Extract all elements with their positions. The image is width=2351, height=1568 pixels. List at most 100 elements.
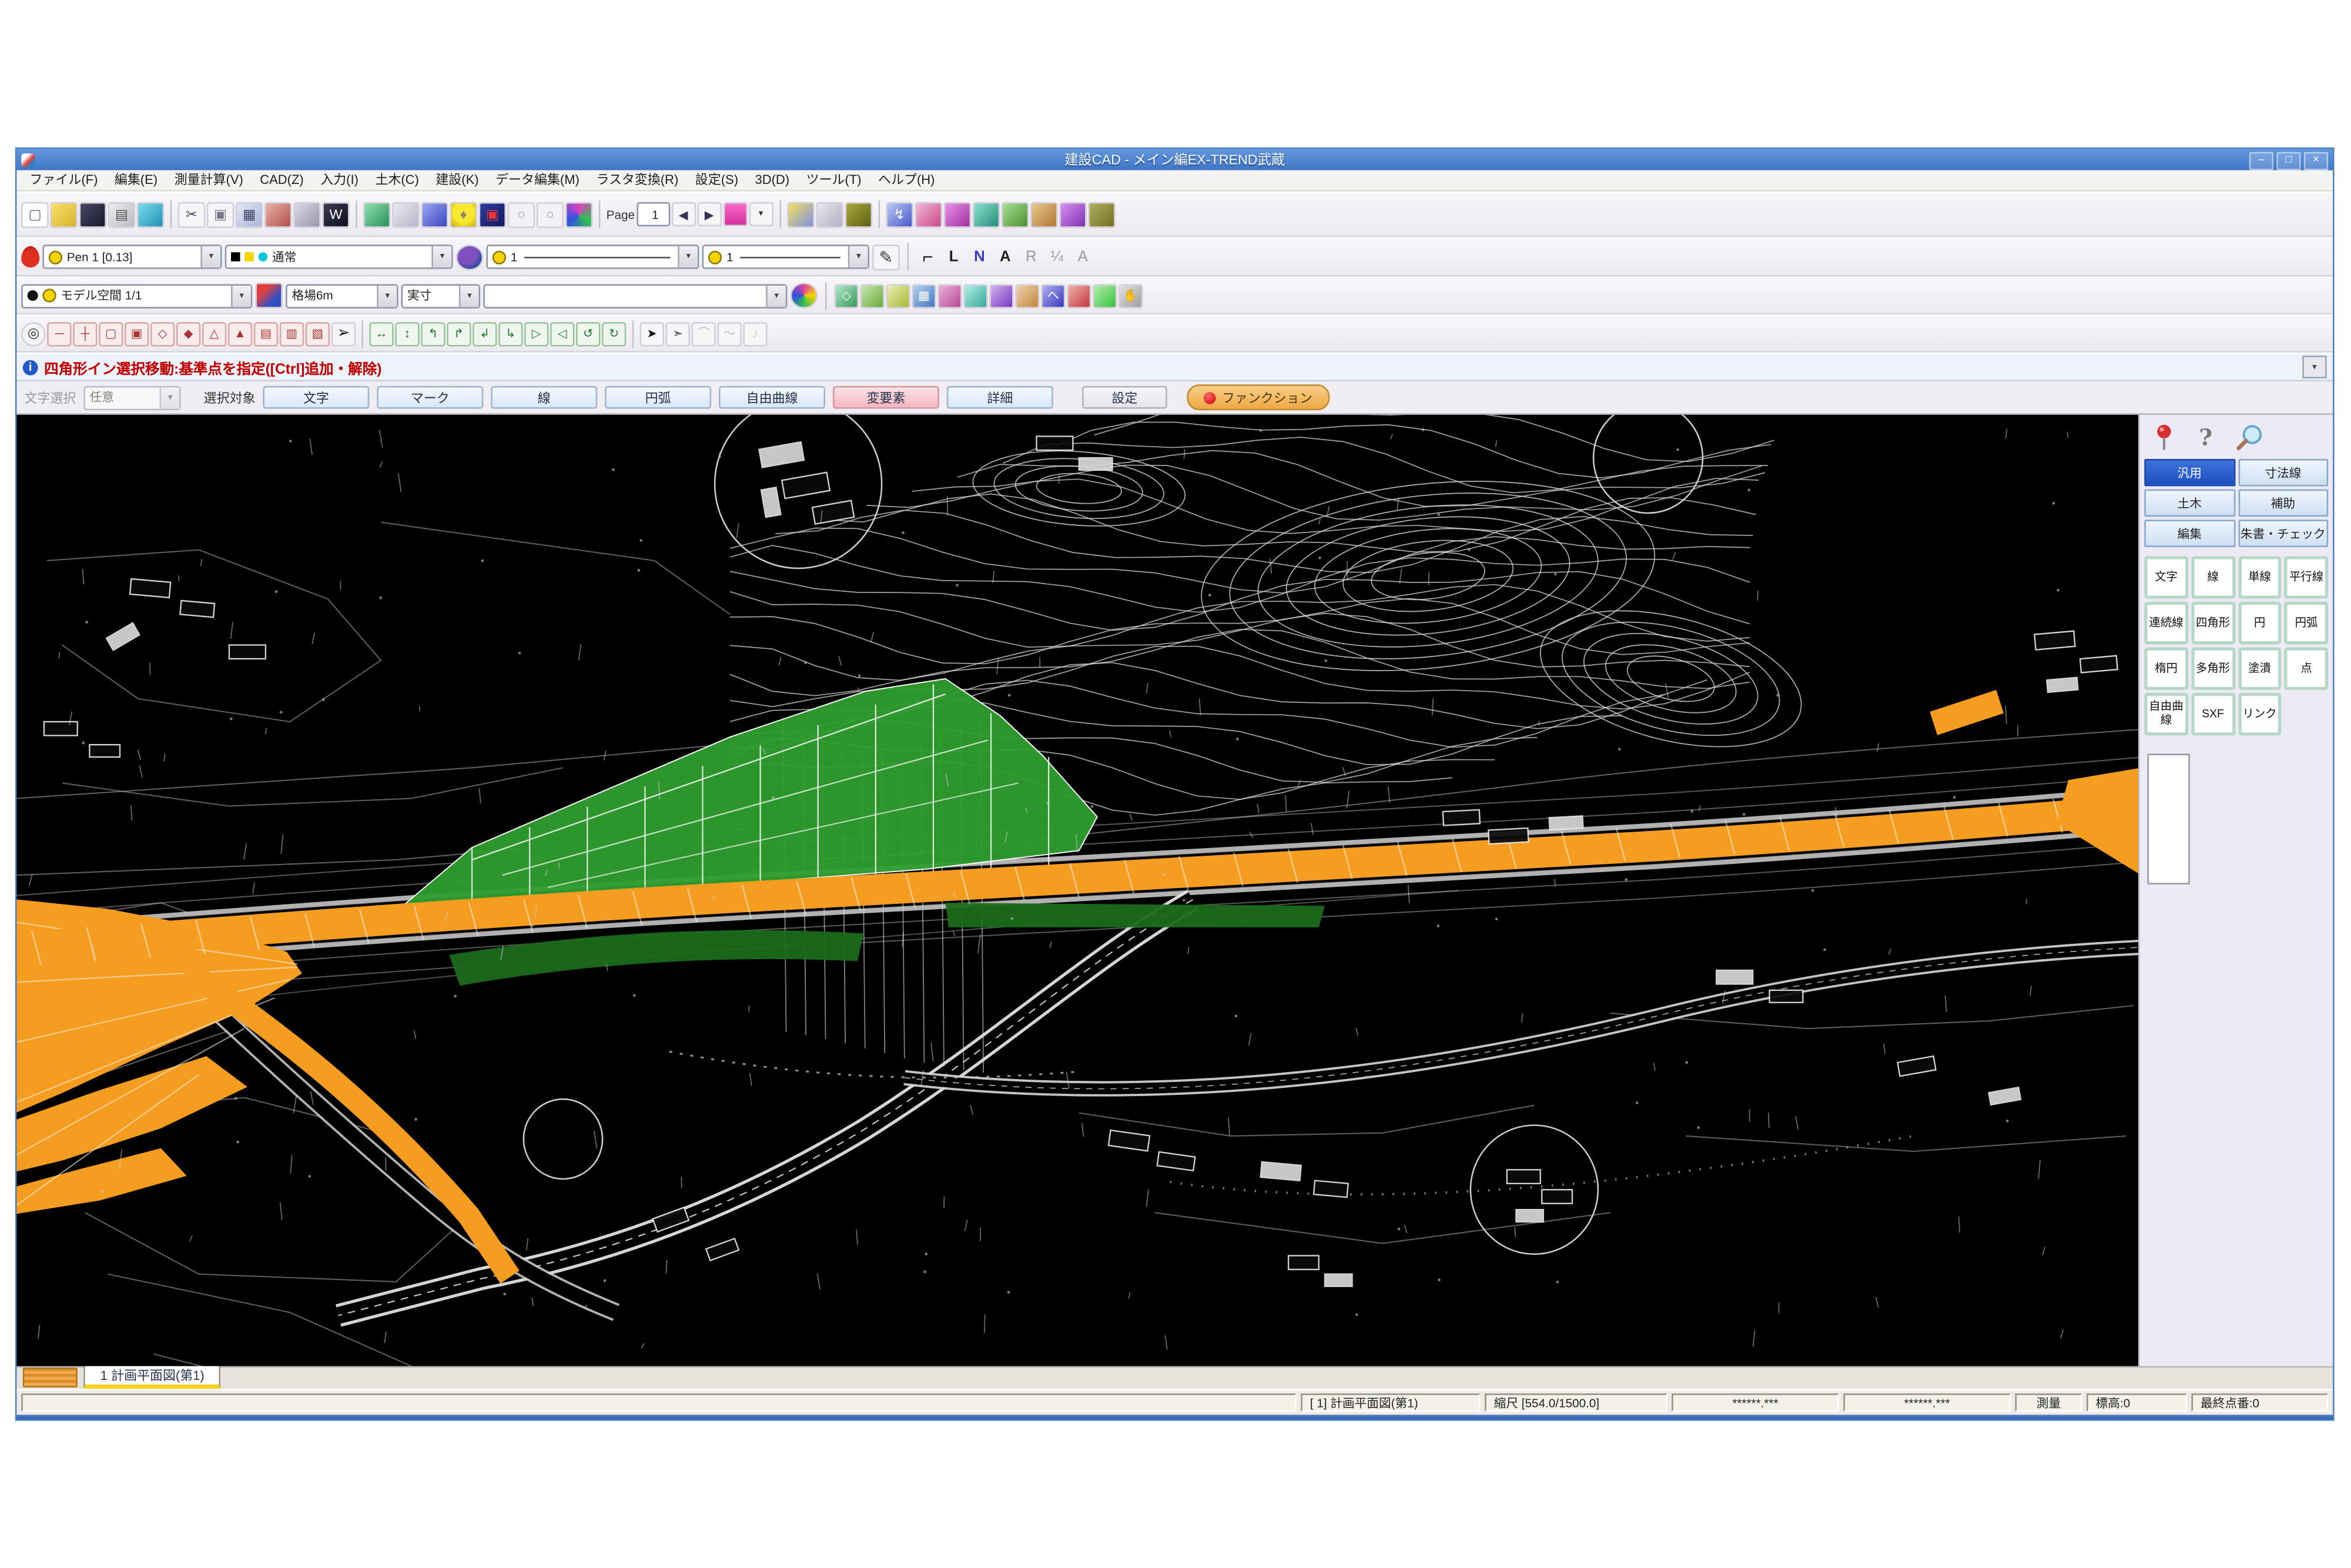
cursor-icon[interactable]: ➢ — [331, 321, 356, 346]
category-civil[interactable]: 土木 — [2144, 490, 2235, 517]
toolbar-icon[interactable]: ▤ — [108, 202, 136, 227]
text-tool-l-icon[interactable]: L — [942, 244, 965, 269]
toolbar-icon[interactable]: ↳ — [498, 321, 523, 346]
toolbar-icon[interactable]: W — [322, 202, 350, 227]
category-dimension[interactable]: 寸法線 — [2238, 459, 2328, 487]
tool-parallel-line[interactable]: 平行線 — [2285, 556, 2328, 598]
toolbar-icon[interactable]: ↔ — [369, 321, 393, 346]
tab-switch-button[interactable] — [23, 1368, 78, 1388]
toolbar-icon[interactable]: ▢ — [21, 202, 49, 227]
model-space-combo[interactable]: モデル空間 1/1▼ — [21, 283, 252, 307]
toolbar-icon[interactable]: ▦ — [236, 202, 263, 227]
toolbar-icon[interactable] — [421, 202, 448, 227]
toolbar-icon[interactable] — [989, 283, 1013, 307]
menu-raster[interactable]: ラスタ変換(R) — [588, 170, 686, 190]
target-text-button[interactable]: 文字 — [263, 386, 369, 409]
menu-cad[interactable]: CAD(Z) — [252, 170, 312, 190]
line-type-combo-2[interactable]: 1 ▼ — [702, 244, 869, 269]
page-prev-button[interactable]: ◀ — [671, 202, 695, 226]
toolbar-icon[interactable] — [886, 283, 910, 307]
category-assist[interactable]: 補助 — [2238, 490, 2328, 517]
text-tool-r-icon[interactable]: R — [1020, 244, 1043, 269]
toolbar-icon[interactable]: ✋ — [1118, 283, 1143, 307]
category-redline-check[interactable]: 朱書・チェック — [2238, 520, 2328, 547]
pushpin-icon[interactable] — [2154, 424, 2178, 451]
menu-file[interactable]: ファイル(F) — [21, 170, 106, 190]
toolbar-icon[interactable] — [845, 202, 872, 227]
toolbar-icon[interactable]: ✂ — [178, 202, 206, 227]
menu-data-edit[interactable]: データ編集(M) — [487, 170, 588, 190]
target-arc-button[interactable]: 円弧 — [605, 386, 711, 409]
toolbar-icon[interactable]: △ — [202, 321, 226, 346]
target-freecurve-button[interactable]: 自由曲線 — [719, 386, 825, 409]
tool-text[interactable]: 文字 — [2144, 556, 2188, 598]
toolbar-icon[interactable]: ↲ — [473, 321, 497, 346]
toolbar-icon[interactable]: ➤ — [640, 321, 664, 346]
toolbar-icon[interactable]: ○ — [508, 202, 535, 227]
toolbar-icon[interactable] — [293, 202, 321, 227]
toolbar-icon[interactable] — [787, 202, 815, 227]
tool-arc[interactable]: 円弧 — [2285, 602, 2328, 644]
toolbar-icon[interactable] — [392, 202, 420, 227]
category-edit[interactable]: 編集 — [2144, 520, 2235, 547]
toolbar-icon[interactable]: ▦ — [912, 283, 936, 307]
toolbar-icon[interactable]: 〜 — [717, 321, 741, 346]
tool-single-line[interactable]: 単線 — [2238, 556, 2281, 598]
target-element-button[interactable]: 変要素 — [833, 386, 939, 409]
detail-button[interactable]: 詳細 — [947, 386, 1053, 409]
toolbar-icon[interactable]: ↰ — [421, 321, 445, 346]
tool-free-curve[interactable]: 自由曲線 — [2144, 693, 2188, 735]
toolbar-icon[interactable]: ▧ — [306, 321, 330, 346]
toolbar-icon[interactable]: ─ — [47, 321, 71, 346]
fill-style-combo[interactable]: 通常▼ — [225, 244, 453, 269]
toolbar-icon[interactable]: ▤ — [254, 321, 278, 346]
toolbar-icon[interactable]: ▷ — [524, 321, 548, 346]
toolbar-icon[interactable]: ◁ — [550, 321, 574, 346]
cad-drawing-svg[interactable] — [16, 415, 2138, 1366]
toolbar-icon[interactable]: ◇ — [835, 283, 859, 307]
toolbar-icon[interactable]: ▢ — [99, 321, 123, 346]
text-angle-icon[interactable]: ⌐ — [916, 244, 939, 269]
toolbar-icon[interactable]: ↺ — [576, 321, 600, 346]
toolbar-icon[interactable]: ♪ — [743, 321, 767, 346]
tool-fill[interactable]: 塗潰 — [2238, 647, 2281, 689]
toolbar-icon[interactable]: ↻ — [602, 321, 626, 346]
unit-combo[interactable]: 実寸▼ — [401, 283, 480, 307]
toolbar-icon[interactable] — [1059, 202, 1086, 227]
mode-combo[interactable]: 任意▼ — [83, 385, 180, 409]
toolbar-icon[interactable] — [1030, 202, 1057, 227]
menu-input[interactable]: 入力(I) — [312, 170, 367, 190]
menu-settings[interactable]: 設定(S) — [687, 170, 747, 190]
grid-size-combo[interactable]: 格場6m▼ — [286, 283, 398, 307]
minimize-button[interactable]: – — [2249, 152, 2273, 170]
toolbar-icon[interactable]: ↕ — [395, 321, 419, 346]
page-next-button[interactable]: ▶ — [697, 202, 721, 226]
page-list-icon[interactable] — [723, 202, 747, 226]
toolbar-icon[interactable]: ▣ — [478, 202, 506, 227]
message-dropdown-button[interactable]: ▼ — [2302, 356, 2326, 378]
toolbar-icon[interactable]: ▣ — [207, 202, 235, 227]
settings-button[interactable]: 設定 — [1082, 386, 1167, 409]
text-tool-n-icon[interactable]: N — [968, 244, 991, 269]
toolbar-icon[interactable] — [915, 202, 942, 227]
help-icon[interactable]: ? — [2199, 424, 2212, 451]
toolbar-icon[interactable]: ▣ — [125, 321, 149, 346]
toolbar-icon[interactable]: ↯ — [886, 202, 913, 227]
tool-link[interactable]: リンク — [2238, 693, 2281, 735]
toolbar-icon[interactable]: ┼ — [73, 321, 97, 346]
menu-construction[interactable]: 建設(K) — [427, 170, 487, 190]
toolbar-icon[interactable] — [565, 202, 593, 227]
toolbar-icon[interactable] — [860, 283, 884, 307]
toolbar-icon[interactable]: ↱ — [447, 321, 471, 346]
tool-rectangle[interactable]: 四角形 — [2191, 602, 2235, 644]
category-general[interactable]: 汎用 — [2144, 459, 2235, 487]
toolbar-icon[interactable]: ▥ — [280, 321, 304, 346]
toolbar-icon[interactable] — [79, 202, 106, 227]
target-mark-button[interactable]: マーク — [377, 386, 483, 409]
target-line-button[interactable]: 線 — [491, 386, 597, 409]
menu-civil[interactable]: 土木(C) — [367, 170, 427, 190]
toolbar-icon[interactable] — [363, 202, 391, 227]
tool-ellipse[interactable]: 楕円 — [2144, 647, 2188, 689]
toolbar-icon[interactable] — [943, 202, 971, 227]
layer-palette-icon[interactable] — [456, 244, 484, 270]
